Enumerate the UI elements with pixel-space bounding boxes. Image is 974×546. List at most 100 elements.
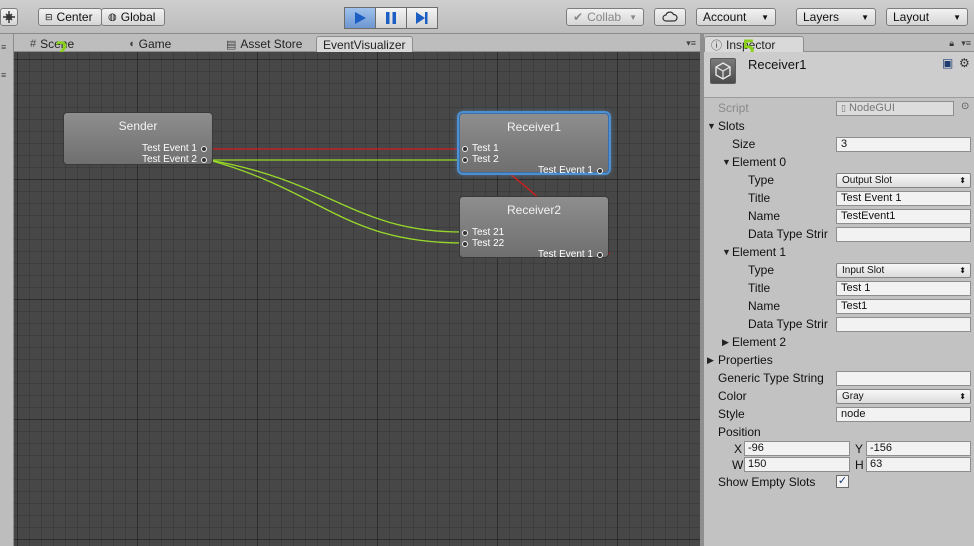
- pivot-center-label: Center: [56, 10, 93, 24]
- help-book-icon[interactable]: ▣: [942, 56, 953, 70]
- type-dropdown[interactable]: Output Slot ⬍: [836, 173, 971, 188]
- generic-type-string-field[interactable]: [836, 371, 971, 386]
- collab-button[interactable]: ✔ Collab ▼: [566, 8, 644, 26]
- layers-dropdown[interactable]: Layers ▼: [796, 8, 876, 26]
- input-slot[interactable]: Test 21: [462, 227, 504, 238]
- row-script: Script ▯ NodeGUI ⊙: [704, 100, 974, 118]
- field-label: Script: [718, 101, 749, 115]
- foldout-open-icon[interactable]: ▼: [707, 121, 716, 131]
- account-dropdown[interactable]: Account ▼: [696, 8, 776, 26]
- row-show-empty-slots: Show Empty Slots ✓: [704, 474, 974, 492]
- cloud-button[interactable]: [654, 8, 686, 26]
- title-field[interactable]: Test Event 1: [836, 191, 971, 206]
- output-slot[interactable]: Test Event 1: [538, 165, 603, 176]
- account-label: Account: [703, 10, 747, 24]
- foldout-open-icon[interactable]: ▼: [722, 247, 731, 257]
- node-title: Receiver2: [506, 203, 562, 217]
- object-picker-icon[interactable]: ⊙: [961, 101, 969, 112]
- transform-tool-icon[interactable]: [0, 8, 18, 26]
- row-element-0[interactable]: ▼ Element 0: [704, 154, 974, 172]
- node-graph-canvas[interactable]: Sender Test Event 1 Test Event 2 Receive…: [14, 52, 700, 546]
- output-slot[interactable]: Test Event 1: [538, 249, 603, 260]
- row-element-2[interactable]: ▶ Element 2: [704, 334, 974, 352]
- unity-logo-icon: [710, 58, 736, 84]
- pivot-global-button[interactable]: ◍ Global: [101, 8, 165, 26]
- panel-menu-icon[interactable]: ≡: [1, 42, 6, 52]
- input-slot[interactable]: Test 2: [462, 154, 499, 165]
- slot-knob-icon[interactable]: [462, 240, 468, 247]
- tab-asset-store[interactable]: ▤ Asset Store: [220, 36, 308, 52]
- field-label: Show Empty Slots: [718, 475, 816, 489]
- slot-knob-icon[interactable]: [462, 229, 468, 236]
- input-slot[interactable]: Test 22: [462, 238, 504, 249]
- tab-menu-icon[interactable]: ▾≡: [961, 38, 971, 49]
- layers-label: Layers: [803, 10, 840, 24]
- updown-arrows-icon: ⬍: [959, 392, 966, 401]
- slot-knob-icon[interactable]: [201, 156, 207, 163]
- position-h-field[interactable]: 63: [866, 457, 971, 472]
- slot-knob-icon[interactable]: [462, 145, 468, 152]
- step-button[interactable]: [406, 7, 438, 29]
- row-properties[interactable]: ▶ Properties: [704, 352, 974, 370]
- position-y-field[interactable]: -156: [866, 441, 971, 456]
- layout-dropdown[interactable]: Layout ▼: [886, 8, 968, 26]
- y-label: Y: [855, 442, 864, 456]
- style-field[interactable]: node: [836, 407, 971, 422]
- output-slot[interactable]: Test Event 1: [142, 143, 207, 154]
- field-label: Data Type Strir: [748, 227, 828, 241]
- foldout-open-icon[interactable]: ▼: [722, 157, 731, 167]
- size-field[interactable]: 3: [836, 137, 971, 152]
- panel-menu-icon[interactable]: ≡: [1, 70, 6, 80]
- h-label: H: [855, 458, 864, 472]
- slot-knob-icon[interactable]: [462, 156, 468, 163]
- title-field[interactable]: Test 1: [836, 281, 971, 296]
- slot-knob-icon[interactable]: [597, 167, 603, 174]
- tab-menu-icon[interactable]: ▾≡: [686, 38, 696, 49]
- color-dropdown[interactable]: Gray ⬍: [836, 389, 971, 404]
- tab-game[interactable]: ◖ Game: [122, 36, 177, 52]
- type-dropdown[interactable]: Input Slot ⬍: [836, 263, 971, 278]
- data-type-string-field[interactable]: [836, 227, 971, 242]
- slot-label: Test 2: [472, 154, 499, 165]
- data-type-string-field[interactable]: [836, 317, 971, 332]
- gear-icon[interactable]: ⚙: [959, 56, 970, 70]
- slot-knob-icon[interactable]: [597, 251, 603, 258]
- field-label: Name: [748, 209, 781, 223]
- row-element-1[interactable]: ▼ Element 1: [704, 244, 974, 262]
- node-receiver1[interactable]: Receiver1 Test 1 Test 2 Test Event 1: [459, 113, 609, 176]
- row-size: Size 3: [704, 136, 974, 154]
- field-label: Position: [718, 425, 761, 439]
- cloud-icon: [662, 11, 678, 22]
- output-slot[interactable]: Test Event 2: [142, 154, 207, 165]
- wire-green: [208, 159, 464, 233]
- input-slot[interactable]: Test 1: [462, 143, 499, 154]
- foldout-closed-icon[interactable]: ▶: [722, 337, 729, 348]
- name-field[interactable]: Test1: [836, 299, 971, 314]
- pause-button[interactable]: [375, 7, 407, 29]
- position-x-field[interactable]: -96: [744, 441, 850, 456]
- show-empty-slots-checkbox[interactable]: ✓: [836, 475, 849, 488]
- collapsed-panel-strip[interactable]: ≡ ≡: [0, 34, 14, 546]
- script-file-icon: ▯: [841, 103, 846, 113]
- node-sender[interactable]: Sender Test Event 1 Test Event 2: [63, 112, 213, 165]
- row-title: Title Test 1: [704, 280, 974, 298]
- slot-knob-icon[interactable]: [201, 145, 207, 152]
- playback-controls: [344, 7, 438, 29]
- chevron-down-icon: ▼: [629, 12, 637, 22]
- tab-scene[interactable]: # Scene: [24, 36, 80, 52]
- collab-label: Collab: [587, 10, 622, 24]
- field-label: Title: [748, 191, 771, 205]
- play-button[interactable]: [344, 7, 376, 29]
- lock-icon[interactable]: 🔒︎: [949, 38, 954, 49]
- foldout-closed-icon[interactable]: ▶: [707, 355, 714, 366]
- pivot-icon: ⊟: [45, 11, 53, 22]
- pivot-center-button[interactable]: ⊟ Center: [38, 8, 102, 26]
- node-receiver2[interactable]: Receiver2 Test 21 Test 22 Test Event 1: [459, 196, 609, 260]
- position-w-field[interactable]: 150: [744, 457, 850, 472]
- tab-event-visualizer[interactable]: EventVisualizer: [316, 36, 413, 52]
- name-field[interactable]: TestEvent1: [836, 209, 971, 224]
- pause-icon: [386, 12, 396, 24]
- dropdown-value: Gray: [842, 391, 864, 402]
- row-slots[interactable]: ▼ Slots: [704, 118, 974, 136]
- inspector-header: Receiver1 ▣ ⚙: [704, 52, 974, 98]
